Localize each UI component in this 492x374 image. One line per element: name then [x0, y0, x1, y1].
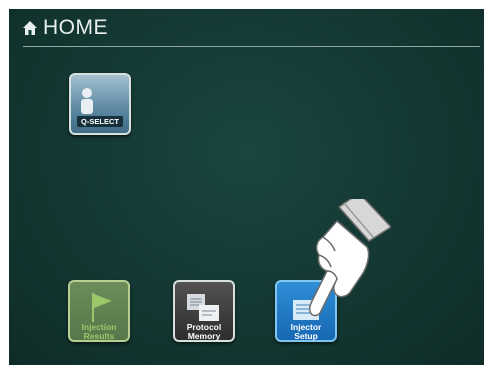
protocol-memory-label: Protocol Memory: [175, 323, 233, 341]
page-title: HOME: [43, 16, 108, 39]
header: HOME: [22, 13, 108, 43]
person-icon: [81, 88, 93, 114]
q-select-button[interactable]: Q-SELECT: [69, 73, 131, 135]
home-icon: [23, 21, 37, 35]
q-select-label: Q-SELECT: [77, 116, 123, 127]
injection-results-label-line2: Results: [83, 331, 115, 341]
flag-icon: [92, 293, 112, 322]
protocol-memory-label-line2: Memory: [187, 331, 221, 341]
injector-setup-label-line2: Setup: [294, 331, 318, 341]
protocol-memory-button[interactable]: Protocol Memory: [173, 280, 235, 342]
injection-results-label: Injection Results: [70, 323, 128, 341]
pointing-hand-icon: [309, 199, 391, 317]
header-divider: [23, 46, 480, 47]
injector-setup-label: Injector Setup: [277, 323, 335, 341]
protocol-document-icon: [187, 294, 219, 321]
injection-results-button[interactable]: Injection Results: [68, 280, 130, 342]
touchscreen: HOME Q-SELECT Injection Results Protocol…: [9, 9, 484, 365]
